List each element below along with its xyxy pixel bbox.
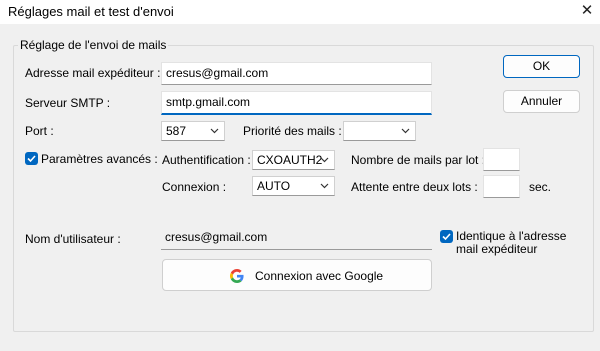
wait-label: Attente entre deux lots : — [351, 180, 478, 194]
port-select[interactable]: 587 — [161, 121, 225, 141]
sender-label: Adresse mail expéditeur : — [25, 66, 161, 80]
check-icon — [27, 155, 36, 163]
check-icon — [442, 233, 451, 241]
connection-label: Connexion : — [162, 180, 227, 194]
chevron-down-icon — [320, 183, 329, 189]
auth-value: CXOAUTH2 — [257, 153, 323, 167]
chevron-down-icon — [401, 128, 410, 134]
wait-seconds-input[interactable] — [483, 175, 520, 198]
smtp-label: Serveur SMTP : — [25, 96, 111, 110]
group-title: Réglage de l'envoi de mails — [18, 38, 169, 52]
batch-label: Nombre de mails par lot : — [351, 153, 486, 167]
batch-count-input[interactable] — [483, 148, 520, 171]
connection-value: AUTO — [257, 179, 291, 193]
window-title: Réglages mail et test d'envoi — [8, 4, 174, 19]
port-value: 587 — [166, 124, 187, 138]
priority-label: Priorité des mails : — [243, 124, 342, 138]
auth-select[interactable]: CXOAUTH2 — [252, 150, 335, 170]
username-label: Nom d'utilisateur : — [25, 232, 121, 246]
same-as-sender-label-line1: Identique à l'adresse — [456, 229, 567, 243]
priority-select[interactable] — [343, 121, 416, 141]
auth-label: Authentification : — [162, 153, 251, 167]
same-as-sender-label-line2: mail expéditeur — [456, 242, 538, 256]
port-label: Port : — [25, 124, 54, 138]
sender-email-input[interactable]: cresus@gmail.com — [161, 62, 432, 85]
same-as-sender-checkbox[interactable] — [440, 230, 453, 243]
smtp-server-input[interactable]: smtp.gmail.com — [161, 91, 432, 115]
username-field: cresus@gmail.com — [161, 227, 432, 250]
cancel-button[interactable]: Annuler — [503, 90, 580, 113]
ok-button[interactable]: OK — [503, 55, 580, 78]
google-signin-label: Connexion avec Google — [255, 269, 384, 283]
chevron-down-icon — [210, 128, 219, 134]
google-logo-icon — [230, 269, 244, 283]
wait-unit: sec. — [529, 180, 552, 194]
advanced-label: Paramètres avancés : — [41, 152, 158, 166]
close-icon[interactable]: ✕ — [578, 1, 596, 21]
chevron-down-icon — [320, 157, 329, 163]
advanced-checkbox[interactable] — [25, 152, 38, 165]
connection-select[interactable]: AUTO — [252, 176, 335, 196]
google-signin-button[interactable]: Connexion avec Google — [162, 259, 432, 291]
